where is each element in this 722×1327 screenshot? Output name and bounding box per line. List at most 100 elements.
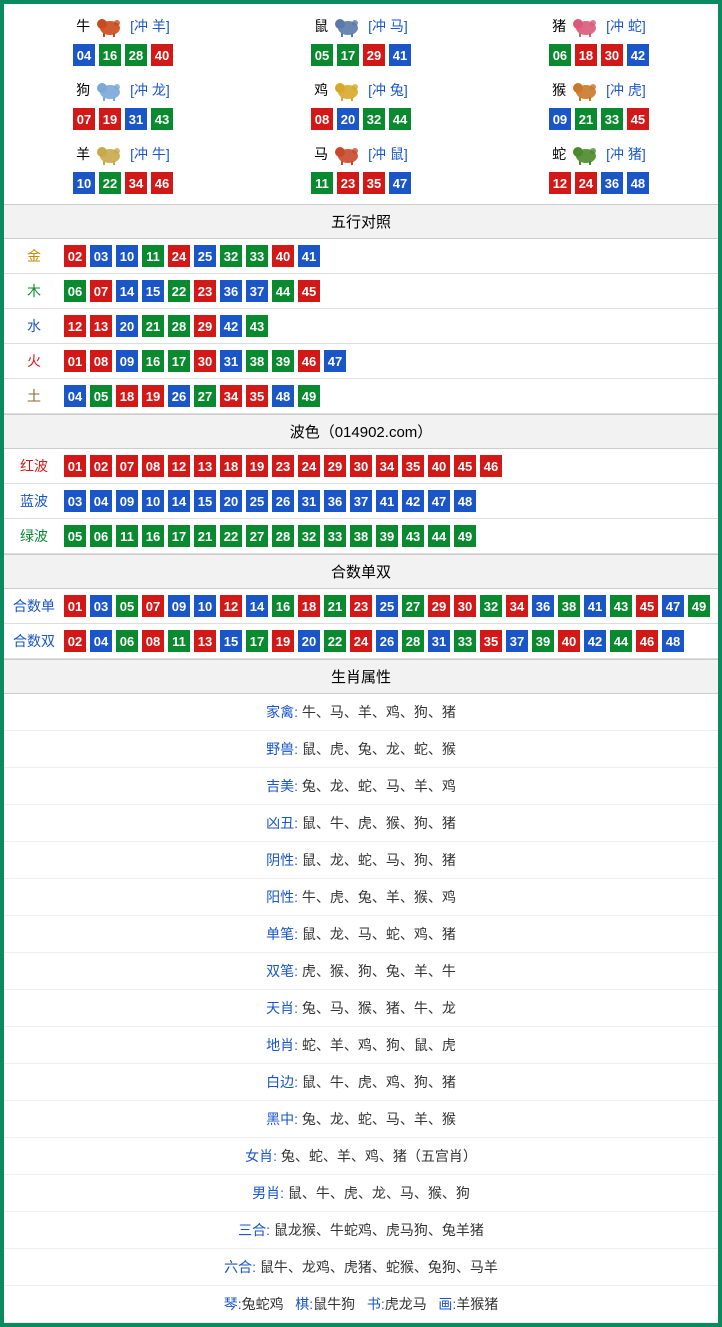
zodiac-icon	[92, 142, 128, 166]
zodiac-clash: [冲 马]	[368, 16, 408, 36]
attribute-value: 兔、马、猴、猪、牛、龙	[298, 1000, 456, 1016]
attribute-row: 家禽: 牛、马、羊、鸡、狗、猪	[4, 694, 718, 731]
zodiac-name: 马	[314, 144, 328, 164]
section-header-heshu: 合数单双	[4, 554, 718, 589]
number-chip: 11	[168, 630, 190, 652]
attribute-label: 阳性:	[266, 889, 298, 905]
number-wrap: 1213202128294243	[64, 315, 268, 337]
number-chip: 09	[116, 350, 138, 372]
number-chip: 02	[64, 245, 86, 267]
number-row: 红波0102070812131819232429303435404546	[4, 449, 718, 484]
number-chip: 20	[337, 108, 359, 130]
zodiac-icon	[92, 14, 128, 38]
attribute-label: 黑中:	[266, 1111, 298, 1127]
zodiac-cell: 狗 [冲 龙]07193143	[4, 72, 242, 136]
attribute-row: 白边: 鼠、牛、虎、鸡、狗、猪	[4, 1064, 718, 1101]
number-chip: 25	[194, 245, 216, 267]
zodiac-name: 鼠	[314, 16, 328, 36]
number-chip: 02	[90, 455, 112, 477]
number-chip: 37	[350, 490, 372, 512]
number-chip: 30	[601, 44, 623, 66]
number-chip: 33	[324, 525, 346, 547]
zodiac-icon	[568, 14, 604, 38]
number-chip: 48	[272, 385, 294, 407]
number-chip: 09	[168, 595, 190, 617]
number-chip: 19	[246, 455, 268, 477]
zodiac-cell: 牛 [冲 羊]04162840	[4, 8, 242, 72]
attribute-row: 六合: 鼠牛、龙鸡、虎猪、蛇猴、兔狗、马羊	[4, 1249, 718, 1286]
number-chip: 35	[246, 385, 268, 407]
attribute-value: 鼠牛狗	[313, 1296, 355, 1312]
attribute-label: 书:	[367, 1296, 385, 1312]
number-chip: 16	[272, 595, 294, 617]
number-chip: 13	[194, 630, 216, 652]
number-chip: 24	[298, 455, 320, 477]
number-wrap: 04051819262734354849	[64, 385, 320, 407]
number-chip: 14	[116, 280, 138, 302]
number-chip: 43	[402, 525, 424, 547]
number-chip: 17	[337, 44, 359, 66]
number-chip: 17	[168, 525, 190, 547]
number-chip: 21	[194, 525, 216, 547]
attribute-label: 天肖:	[266, 1000, 298, 1016]
number-chip: 10	[142, 490, 164, 512]
number-chip: 24	[575, 172, 597, 194]
number-chip: 15	[142, 280, 164, 302]
number-chip: 18	[116, 385, 138, 407]
number-chip: 38	[558, 595, 580, 617]
number-row: 火0108091617303138394647	[4, 344, 718, 379]
number-chip: 42	[584, 630, 606, 652]
number-chip: 30	[194, 350, 216, 372]
number-chip: 24	[168, 245, 190, 267]
number-chip: 39	[272, 350, 294, 372]
attribute-value: 牛、虎、兔、羊、猴、鸡	[298, 889, 456, 905]
number-chip: 20	[220, 490, 242, 512]
row-label: 水	[12, 316, 56, 336]
attribute-row: 吉美: 兔、龙、蛇、马、羊、鸡	[4, 768, 718, 805]
number-chip: 46	[480, 455, 502, 477]
zodiac-number-row: 10223446	[4, 172, 242, 194]
number-chip: 47	[324, 350, 346, 372]
attribute-value: 鼠、龙、蛇、马、狗、猪	[298, 852, 456, 868]
attribute-row: 黑中: 兔、龙、蛇、马、羊、猴	[4, 1101, 718, 1138]
number-chip: 34	[376, 455, 398, 477]
number-chip: 27	[246, 525, 268, 547]
number-chip: 40	[151, 44, 173, 66]
number-chip: 28	[272, 525, 294, 547]
zodiac-cell: 马 [冲 鼠]11233547	[242, 136, 480, 200]
number-chip: 31	[125, 108, 147, 130]
number-chip: 04	[90, 490, 112, 512]
section-header-bose: 波色（014902.com）	[4, 414, 718, 449]
zodiac-name: 羊	[76, 144, 90, 164]
number-chip: 40	[428, 455, 450, 477]
number-chip: 47	[389, 172, 411, 194]
attribute-row: 凶丑: 鼠、牛、虎、猴、狗、猪	[4, 805, 718, 842]
number-chip: 35	[402, 455, 424, 477]
attribute-value: 鼠龙猴、牛蛇鸡、虎马狗、兔羊猪	[270, 1222, 484, 1238]
number-chip: 05	[311, 44, 333, 66]
number-chip: 35	[480, 630, 502, 652]
zodiac-number-row: 08203244	[242, 108, 480, 130]
attribute-value: 兔、蛇、羊、鸡、猪（五宫肖）	[277, 1148, 477, 1164]
number-chip: 18	[575, 44, 597, 66]
number-chip: 44	[428, 525, 450, 547]
number-chip: 41	[584, 595, 606, 617]
number-chip: 04	[64, 385, 86, 407]
zodiac-icon	[330, 14, 366, 38]
number-chip: 08	[142, 455, 164, 477]
zodiac-name: 鸡	[314, 80, 328, 100]
number-chip: 17	[246, 630, 268, 652]
number-chip: 29	[194, 315, 216, 337]
number-chip: 12	[220, 595, 242, 617]
attribute-row: 女肖: 兔、蛇、羊、鸡、猪（五宫肖）	[4, 1138, 718, 1175]
section-header-wuxing: 五行对照	[4, 204, 718, 239]
number-chip: 27	[402, 595, 424, 617]
zodiac-number-row: 07193143	[4, 108, 242, 130]
number-chip: 32	[363, 108, 385, 130]
number-chip: 06	[549, 44, 571, 66]
zodiac-number-row: 12243648	[480, 172, 718, 194]
bose-rows: 红波0102070812131819232429303435404546蓝波03…	[4, 449, 718, 554]
attribute-value: 牛、马、羊、鸡、狗、猪	[298, 704, 456, 720]
zodiac-cell: 羊 [冲 牛]10223446	[4, 136, 242, 200]
zodiac-name: 蛇	[552, 144, 566, 164]
